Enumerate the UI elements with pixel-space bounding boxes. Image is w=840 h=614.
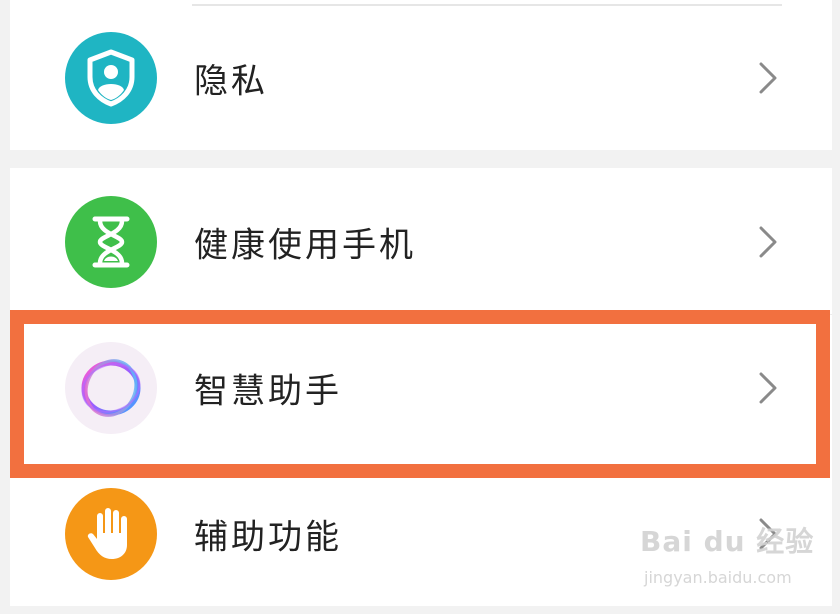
divider [192,314,832,315]
watermark-url: jingyan.baidu.com [644,568,792,587]
settings-item-digital-balance[interactable]: 健康使用手机 [10,172,832,312]
hand-icon [65,488,157,580]
chevron-right-icon [759,372,777,404]
watermark-brand: Bai du 经验 [640,525,815,558]
settings-item-label: 健康使用手机 [194,225,416,266]
settings-item-privacy[interactable]: 隐私 [10,8,832,148]
settings-item-label: 智慧助手 [194,371,342,412]
divider [192,4,782,6]
settings-item-smart-assistant[interactable]: 智慧助手 [10,318,832,458]
settings-item-label: 隐私 [194,61,268,102]
chevron-right-icon [759,226,777,258]
settings-item-label: 辅助功能 [194,517,342,558]
smart-assistant-ring-icon [65,342,157,434]
chevron-right-icon [759,62,777,94]
watermark: Bai du 经验 jingyan.baidu.com [640,520,830,600]
privacy-shield-icon [65,32,157,124]
hourglass-icon [65,196,157,288]
